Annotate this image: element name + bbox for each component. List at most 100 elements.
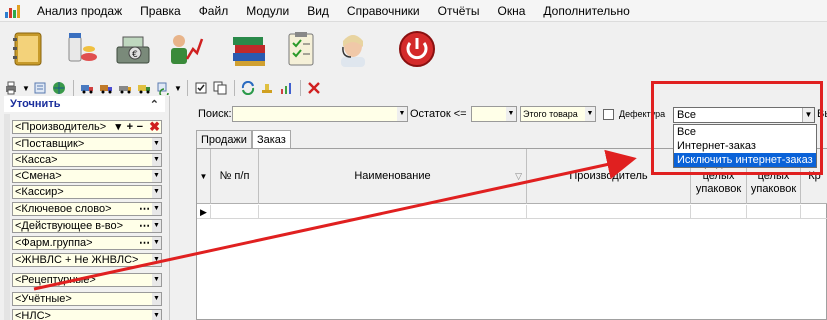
filter-register[interactable]: <Касса> ▼: [12, 153, 162, 167]
svg-text:€: €: [132, 50, 138, 60]
chevron-down-icon[interactable]: ▼: [152, 274, 161, 286]
truck-icon[interactable]: [135, 79, 153, 97]
chart-icon[interactable]: [277, 79, 295, 97]
menu-edit[interactable]: Правка: [131, 0, 190, 22]
column-header-number[interactable]: № п/п: [211, 149, 259, 204]
filter-keyword[interactable]: <Ключевое слово> ⋯ ▼: [12, 202, 162, 216]
filter-label: <Ключевое слово>: [15, 203, 112, 215]
filter-manufacturer[interactable]: <Производитель> ▾ + − ✖: [12, 120, 162, 134]
filter-label: <Учётные>: [15, 293, 72, 305]
filter-nls[interactable]: <НЛС> ▼: [12, 309, 162, 320]
table-cell[interactable]: [259, 205, 527, 219]
filter-prescription[interactable]: <Рецептурные> ▼: [12, 273, 162, 287]
print-icon[interactable]: [2, 79, 20, 97]
tab-sales[interactable]: Продажи: [196, 130, 252, 148]
table-cell[interactable]: [691, 205, 747, 219]
filter-vital-drugs[interactable]: <ЖНВЛС + Не ЖНВЛС> ▼: [12, 253, 162, 267]
menu-view[interactable]: Вид: [298, 0, 338, 22]
menu-modules[interactable]: Модули: [237, 0, 298, 22]
chevron-down-icon[interactable]: ▼: [152, 138, 161, 150]
filter-label: <Действующее в-во>: [15, 220, 124, 232]
truck-icon[interactable]: [97, 79, 115, 97]
table-cell[interactable]: [747, 205, 801, 219]
books-icon[interactable]: [226, 26, 272, 72]
chevron-down-icon[interactable]: ▼: [152, 203, 161, 215]
chevron-down-icon[interactable]: ▼: [152, 220, 161, 232]
cash-register-icon[interactable]: €: [110, 26, 156, 72]
panel-splitter[interactable]: [4, 114, 10, 320]
filter-icon[interactable]: ▽: [515, 170, 522, 183]
menu-extra[interactable]: Дополнительно: [534, 0, 638, 22]
close-icon[interactable]: [305, 79, 323, 97]
search-input[interactable]: ▼: [232, 106, 408, 122]
filter-panel: Уточнить ⌃ <Производитель> ▾ + − ✖ <Пост…: [0, 96, 170, 320]
refresh-icon[interactable]: [154, 79, 172, 97]
power-icon[interactable]: [394, 26, 440, 72]
copy-icon[interactable]: [211, 79, 229, 97]
address-book-icon[interactable]: [6, 26, 52, 72]
remainder-input[interactable]: ▼: [471, 106, 517, 122]
truck-icon[interactable]: [78, 79, 96, 97]
chevron-down-icon[interactable]: ▼: [173, 84, 183, 93]
more-icon[interactable]: ⋯: [139, 237, 150, 249]
menu-file[interactable]: Файл: [190, 0, 238, 22]
globe-icon[interactable]: [50, 79, 68, 97]
chevron-down-icon[interactable]: ▼: [152, 254, 161, 266]
row-selector-header[interactable]: ▼: [197, 149, 211, 204]
chevron-down-icon[interactable]: ▼: [152, 237, 161, 249]
close-icon[interactable]: ✖: [149, 121, 160, 133]
product-scope-select[interactable]: Этого товара ▼: [520, 106, 596, 122]
chevron-down-icon[interactable]: ▼: [152, 293, 161, 305]
toolbar-separator: [300, 80, 301, 96]
add-icon[interactable]: +: [127, 121, 133, 133]
operator-icon[interactable]: [330, 26, 376, 72]
filter-cashier[interactable]: <Кассир> ▼: [12, 185, 162, 199]
checklist-icon[interactable]: [278, 26, 324, 72]
medicine-icon[interactable]: [58, 26, 104, 72]
chevron-down-icon[interactable]: ▼: [585, 107, 595, 121]
menu-bar: Анализ продаж Правка Файл Модули Вид Спр…: [0, 0, 827, 22]
filter-label: <Производитель>: [15, 121, 107, 133]
filter-pharm-group[interactable]: <Фарм.группа> ⋯ ▼: [12, 236, 162, 250]
defectura-checkbox[interactable]: [603, 109, 614, 120]
table-cell[interactable]: [211, 205, 259, 219]
app-chart-icon[interactable]: [4, 3, 22, 19]
chevron-down-icon[interactable]: ▼: [21, 84, 31, 93]
filter-panel-header: Уточнить ⌃: [4, 96, 165, 112]
table-row[interactable]: ▶: [197, 205, 827, 219]
chevron-down-icon[interactable]: ▼: [506, 107, 516, 121]
annotation-highlight-box: [651, 81, 823, 175]
expand-icon[interactable]: ▾: [115, 121, 121, 133]
filter-active-substance[interactable]: <Действующее в-во> ⋯ ▼: [12, 219, 162, 233]
checkbox-icon[interactable]: [192, 79, 210, 97]
sync-icon[interactable]: [239, 79, 257, 97]
filter-label: <Поставщик>: [15, 138, 85, 150]
filter-accounted[interactable]: <Учётные> ▼: [12, 292, 162, 306]
table-cell[interactable]: [527, 205, 691, 219]
menu-references[interactable]: Справочники: [338, 0, 429, 22]
search-label: Поиск:: [198, 108, 232, 120]
export-icon[interactable]: [31, 79, 49, 97]
row-current-marker: ▶: [197, 205, 211, 219]
menu-windows[interactable]: Окна: [489, 0, 535, 22]
chevron-down-icon[interactable]: ▼: [152, 310, 161, 320]
chevron-down-icon[interactable]: ▼: [397, 107, 407, 121]
chevron-down-icon[interactable]: ▼: [152, 170, 161, 182]
menu-sales-analysis[interactable]: Анализ продаж: [28, 0, 131, 22]
column-header-name[interactable]: Наименование ▽: [259, 149, 527, 204]
remove-icon[interactable]: −: [137, 121, 143, 133]
menu-reports[interactable]: Отчёты: [429, 0, 489, 22]
product-scope-label: Этого товара: [523, 109, 578, 119]
filter-supplier[interactable]: <Поставщик> ▼: [12, 137, 162, 151]
filter-label: <Касса>: [15, 154, 58, 166]
more-icon[interactable]: ⋯: [139, 220, 150, 232]
more-icon[interactable]: ⋯: [139, 203, 150, 215]
user-chart-icon[interactable]: [162, 26, 208, 72]
weights-icon[interactable]: [258, 79, 276, 97]
tab-order[interactable]: Заказ: [251, 130, 291, 148]
truck-icon[interactable]: [116, 79, 134, 97]
chevron-down-icon[interactable]: ▼: [152, 154, 161, 166]
chevron-down-icon[interactable]: ▼: [152, 186, 161, 198]
filter-shift[interactable]: <Смена> ▼: [12, 169, 162, 183]
collapse-icon[interactable]: ⌃: [150, 98, 159, 111]
